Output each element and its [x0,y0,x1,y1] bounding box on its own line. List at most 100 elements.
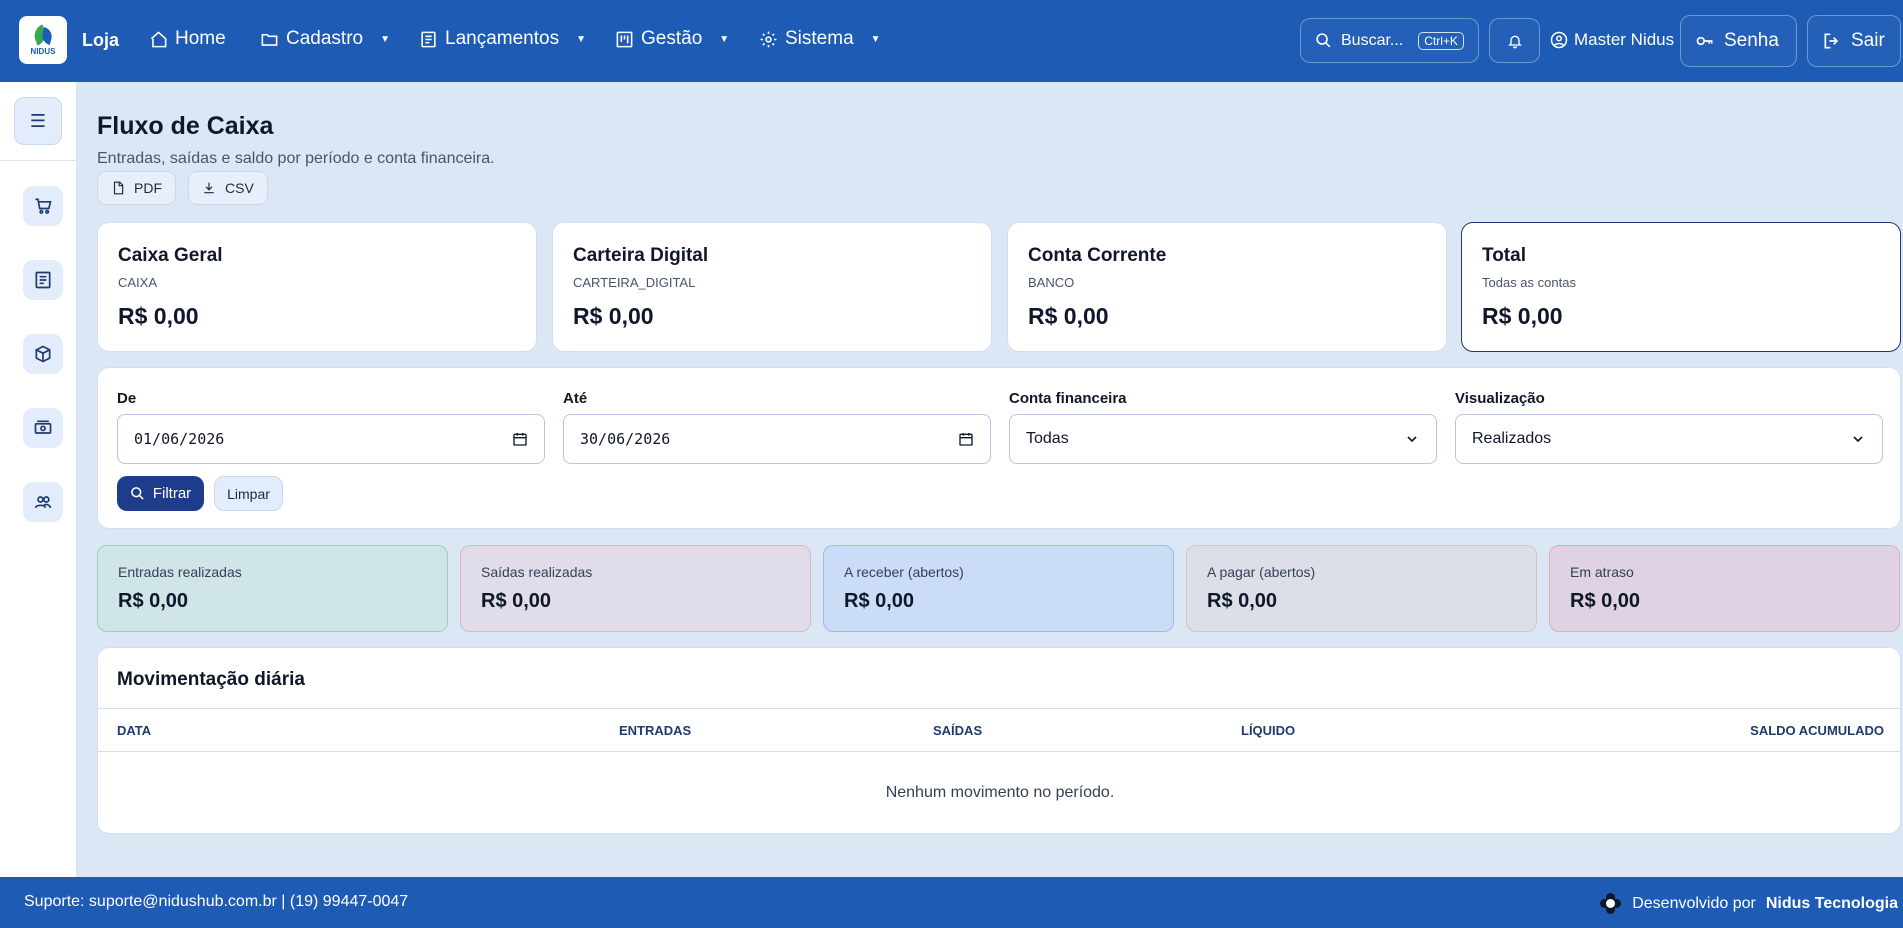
nav-sistema[interactable]: Sistema ▼ [759,28,881,50]
gear-icon [760,31,777,47]
logo-mark-icon [31,24,55,46]
view-filter-label: Visualização [1455,390,1545,407]
logo-text: NIDUS [30,47,56,56]
sidebar-item-entries[interactable] [23,260,63,300]
search-label: Buscar... [1341,31,1404,49]
stat-value: R$ 0,00 [1207,590,1278,612]
company-name[interactable]: Nidus Tecnologia [1766,895,1898,913]
user-menu[interactable]: Master Nidus [1550,30,1674,50]
folder-icon [261,33,278,46]
users-icon [34,496,52,509]
filter-button-label: Filtrar [152,485,192,502]
user-name: Master Nidus [1574,30,1675,49]
account-name: Total [1482,245,1526,266]
column-header-date[interactable]: DATA [117,723,151,738]
stat-label: A receber (abertos) [844,564,964,580]
chevron-down-icon: ▼ [719,33,730,45]
nav-gestao[interactable]: Gestão ▼ [615,28,729,50]
export-pdf-button[interactable]: PDF [97,171,176,205]
from-date-value: 01/06/2026 [134,430,225,448]
account-card-total: Total Todas as contas R$ 0,00 [1461,222,1901,352]
account-card-conta-corrente: Conta Corrente BANCO R$ 0,00 [1007,222,1447,352]
from-date-input[interactable]: 01/06/2026 [117,414,545,464]
account-select[interactable]: Todas [1009,414,1437,464]
table-title: Movimentação diária [117,669,305,690]
column-header-net[interactable]: LÍQUIDO [1241,723,1295,738]
view-select-value: Realizados [1472,430,1552,447]
sidebar: ☰ [0,82,77,877]
account-kind: Todas as contas [1482,275,1576,290]
search-icon [1316,33,1331,48]
notifications-button[interactable] [1489,18,1540,63]
stat-value: R$ 0,00 [481,590,552,612]
logout-label: Sair [1851,30,1885,51]
export-pdf-label: PDF [134,180,162,196]
stat-label: Em atraso [1570,564,1634,580]
download-icon [204,182,214,194]
logout-button[interactable]: Sair [1807,15,1901,67]
nav-gestao-label: Gestão [641,28,703,49]
cash-icon [34,420,52,434]
logo[interactable]: NIDUS [19,16,67,64]
password-button[interactable]: Senha [1680,15,1797,67]
account-balance: R$ 0,00 [573,303,654,329]
nav-cadastro[interactable]: Cadastro ▼ [260,28,390,50]
to-date-value: 30/06/2026 [580,430,671,448]
chevron-down-icon: ▼ [576,33,586,45]
search-shortcut: Ctrl+K [1418,31,1464,50]
key-icon [1696,36,1713,46]
nav-home-label: Home [175,28,226,49]
support-contact[interactable]: Suporte: suporte@nidushub.com.br | (19) … [24,893,408,911]
logout-icon [1824,33,1839,49]
column-header-balance[interactable]: SALDO ACUMULADO [1750,723,1884,738]
table-header: DATA ENTRADAS SAÍDAS LÍQUIDO SALDO ACUMU… [98,708,1900,752]
account-name: Caixa Geral [118,245,223,266]
account-kind: CAIXA [118,275,158,290]
nav-lancamentos[interactable]: Lançamentos ▼ [419,28,586,50]
stat-label: Saídas realizadas [481,564,593,580]
stat-value: R$ 0,00 [118,590,189,612]
to-label: Até [563,390,588,407]
account-kind: CARTEIRA_DIGITAL [573,275,696,290]
sidebar-item-products[interactable] [23,334,63,374]
file-pdf-icon [113,181,124,195]
footer: Suporte: suporte@nidushub.com.br | (19) … [0,877,1903,928]
clear-button[interactable]: Limpar [214,476,283,511]
search-button[interactable]: Buscar... Ctrl+K [1300,18,1479,63]
sidebar-item-users[interactable] [23,482,63,522]
account-balance: R$ 0,00 [1482,303,1563,329]
menu-toggle-button[interactable]: ☰ [14,97,62,145]
filter-button[interactable]: Filtrar [117,476,204,511]
nav-cadastro-label: Cadastro [286,28,364,49]
calendar-icon [513,433,527,446]
brand-name[interactable]: Loja [82,30,119,51]
developed-by-label: Desenvolvido por [1632,895,1756,912]
top-navbar: NIDUS Loja Home Cadastro ▼ Lançamentos ▼… [0,0,1903,82]
stat-value: R$ 0,00 [1570,590,1641,612]
sidebar-divider [0,160,77,161]
chevron-down-icon: ▼ [380,33,391,45]
board-icon [616,31,633,47]
column-header-outflows[interactable]: SAÍDAS [933,723,982,738]
page-title: Fluxo de Caixa [97,112,274,140]
chevron-down-icon: ▼ [870,33,881,45]
clear-button-label: Limpar [227,485,270,502]
view-select[interactable]: Realizados [1455,414,1883,464]
account-balance: R$ 0,00 [118,303,199,329]
account-name: Conta Corrente [1028,245,1167,266]
account-filter-label: Conta financeira [1009,390,1127,407]
to-date-input[interactable]: 30/06/2026 [563,414,991,464]
sidebar-item-sales[interactable] [23,186,63,226]
export-csv-button[interactable]: CSV [188,171,268,205]
column-header-inflows[interactable]: ENTRADAS [619,723,691,738]
stat-label: A pagar (abertos) [1207,564,1316,580]
home-icon [150,30,167,47]
account-balance: R$ 0,00 [1028,303,1109,329]
sidebar-item-cash[interactable] [23,408,63,448]
account-select-value: Todas [1026,430,1069,447]
stat-card-a-receber: A receber (abertos) R$ 0,00 [823,545,1174,632]
calendar-icon [959,433,973,446]
nav-home[interactable]: Home [149,28,226,50]
chevron-down-icon [1407,436,1417,443]
nav-lancamentos-label: Lançamentos [445,28,560,49]
